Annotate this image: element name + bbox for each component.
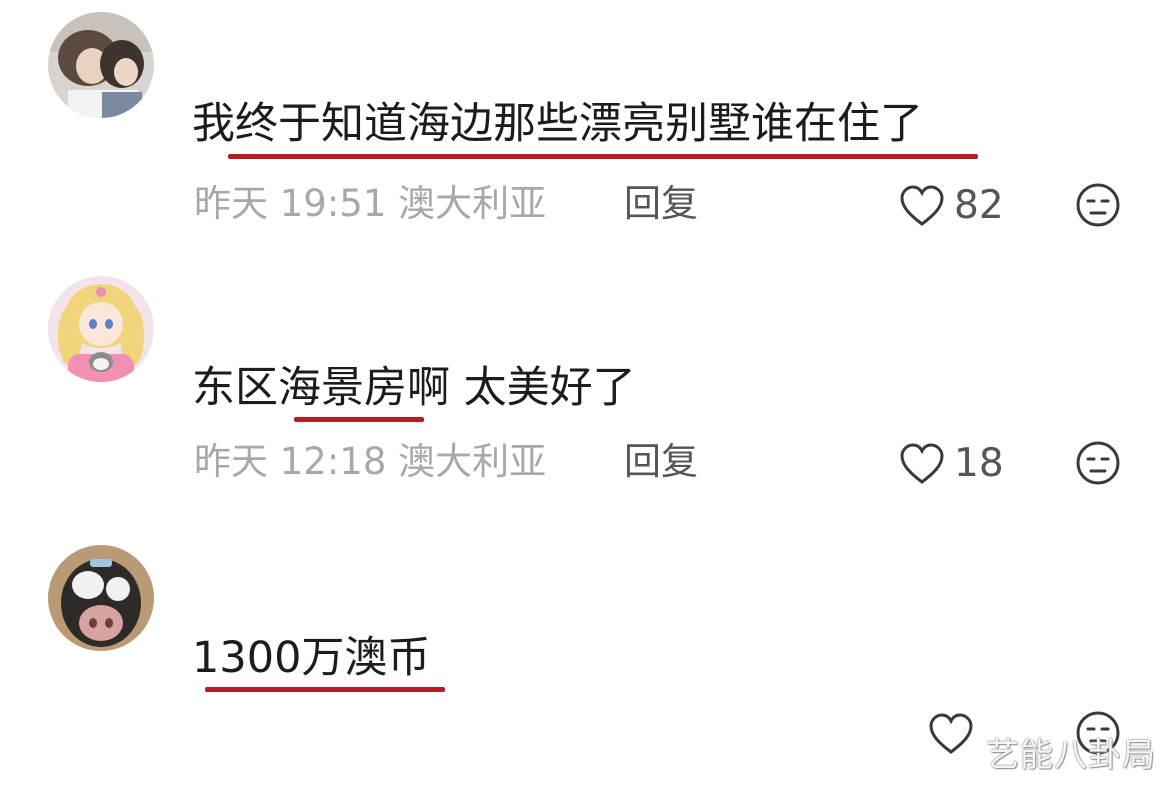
dislike-button[interactable] bbox=[1075, 182, 1121, 228]
comment-meta: 昨天 19:51 澳大利亚 bbox=[194, 180, 546, 228]
avatar[interactable] bbox=[48, 12, 154, 118]
comment-time: 昨天 12:18 bbox=[194, 440, 387, 483]
like-button[interactable]: 82 bbox=[898, 182, 1004, 230]
text-underline bbox=[294, 417, 424, 422]
watermark: 艺能八卦局 bbox=[986, 735, 1156, 774]
reply-button[interactable]: 回复 bbox=[624, 180, 698, 228]
comment-text: 我终于知道海边那些漂亮别墅谁在住了 bbox=[192, 99, 923, 149]
comment-location: 澳大利亚 bbox=[398, 440, 547, 483]
comment-text: 东区海景房啊 太美好了 bbox=[192, 363, 636, 413]
like-button[interactable]: 18 bbox=[898, 440, 1004, 488]
comment-meta: 昨天 12:18 澳大利亚 bbox=[194, 438, 546, 486]
comment-text: 1300万澳币 bbox=[192, 633, 431, 683]
like-count: 82 bbox=[954, 183, 1004, 228]
avatar[interactable] bbox=[48, 276, 154, 382]
reply-button[interactable]: 回复 bbox=[624, 438, 698, 486]
avatar[interactable] bbox=[48, 545, 154, 651]
text-underline bbox=[228, 154, 978, 159]
heart-outline-icon bbox=[900, 443, 944, 484]
heart-outline-icon bbox=[929, 713, 973, 754]
unamused-face-icon bbox=[1076, 183, 1120, 227]
unamused-face-icon bbox=[1076, 441, 1120, 485]
like-button[interactable] bbox=[927, 710, 983, 758]
text-underline bbox=[205, 687, 445, 692]
heart-outline-icon bbox=[900, 185, 944, 226]
comment-location: 澳大利亚 bbox=[398, 182, 547, 225]
dislike-button[interactable] bbox=[1075, 440, 1121, 486]
comment-time: 昨天 19:51 bbox=[194, 182, 387, 225]
like-count: 18 bbox=[954, 441, 1004, 486]
